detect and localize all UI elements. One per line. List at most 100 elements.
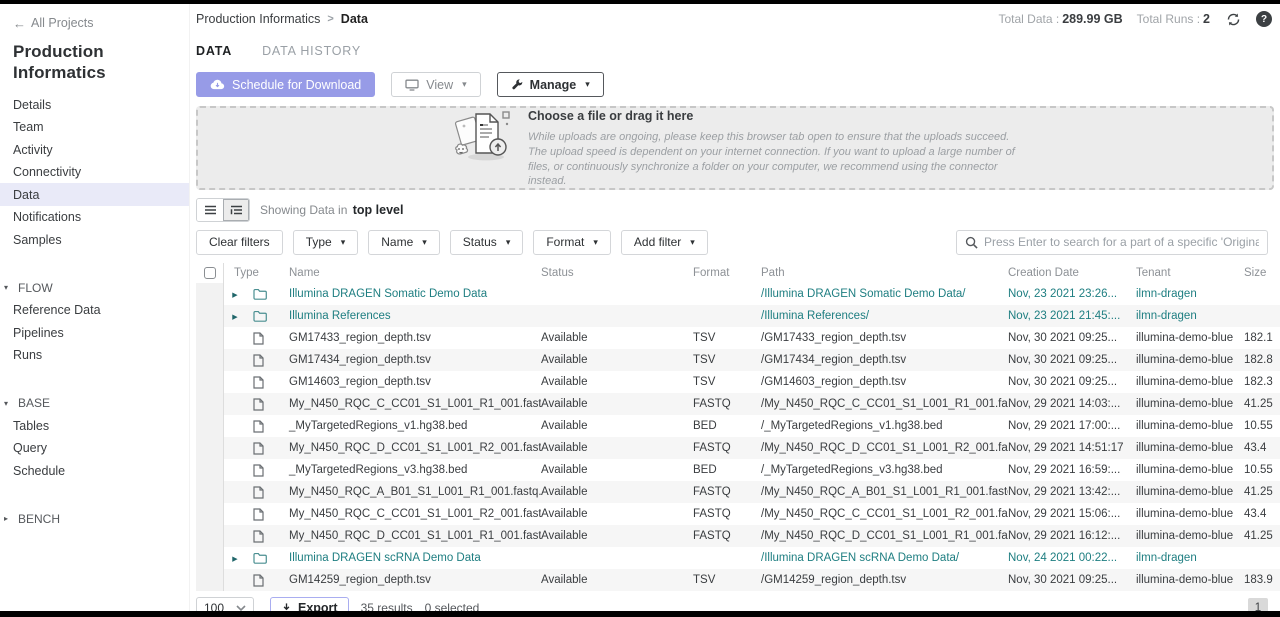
row-select-cell[interactable] [196, 525, 224, 547]
table-row[interactable]: ▶ My_N450_RQC_A_B01_S1_L001_R1_001.fastq… [196, 481, 1280, 503]
type-icon-cell [246, 530, 276, 543]
data-name-link[interactable]: My_N450_RQC_D_CC01_S1_L001_R1_001.fastq.… [276, 530, 541, 542]
upload-dropzone[interactable]: Choose a file or drag it here While uplo… [196, 106, 1274, 190]
view-dropdown-button[interactable]: View ▾ [391, 72, 480, 97]
table-row[interactable]: ▶ Illumina DRAGEN scRNA Demo Data /Illum… [196, 547, 1280, 569]
row-select-cell[interactable] [196, 481, 224, 503]
row-select-cell[interactable] [196, 393, 224, 415]
row-select-cell[interactable] [196, 459, 224, 481]
row-select-cell[interactable] [196, 503, 224, 525]
sidebar-section-bench[interactable]: ▸ BENCH [0, 508, 189, 530]
row-select-cell[interactable] [196, 305, 224, 327]
format-filter-dropdown[interactable]: Format▾ [533, 230, 611, 255]
breadcrumb-parent[interactable]: Production Informatics [196, 12, 320, 26]
data-name-link[interactable]: My_N450_RQC_C_CC01_S1_L001_R2_001.fastq.… [276, 508, 541, 520]
row-select-cell[interactable] [196, 437, 224, 459]
expand-row-icon[interactable]: ▶ [232, 556, 237, 563]
name-filter-dropdown[interactable]: Name▾ [368, 230, 440, 255]
data-name-link[interactable]: My_N450_RQC_D_CC01_S1_L001_R2_001.fastq.… [276, 442, 541, 454]
column-header-path[interactable]: Path [761, 267, 1008, 279]
expand-row-icon[interactable]: ▶ [232, 314, 237, 321]
refresh-icon[interactable] [1224, 10, 1242, 28]
column-header-format[interactable]: Format [693, 267, 761, 279]
sidebar-item-details[interactable]: Details [0, 93, 189, 116]
data-name-link[interactable]: GM14259_region_depth.tsv [276, 574, 541, 586]
data-name-link[interactable]: My_N450_RQC_C_CC01_S1_L001_R1_001.fastq.… [276, 398, 541, 410]
tree-view-toggle[interactable] [223, 199, 249, 221]
table-row[interactable]: ▶ My_N450_RQC_D_CC01_S1_L001_R2_001.fast… [196, 437, 1280, 459]
expand-row-icon[interactable]: ▶ [232, 292, 237, 299]
table-row[interactable]: ▶ GM14603_region_depth.tsv Available TSV… [196, 371, 1280, 393]
schedule-for-download-button[interactable]: Schedule for Download [196, 72, 375, 97]
table-row[interactable]: ▶ GM14259_region_depth.tsv Available TSV… [196, 569, 1280, 591]
row-select-cell[interactable] [196, 349, 224, 371]
sidebar-item-activity[interactable]: Activity [0, 138, 189, 161]
data-creation-date: Nov, 24 2021 00:22... [1008, 552, 1136, 564]
table-row[interactable]: ▶ Illumina References /Illumina Referenc… [196, 305, 1280, 327]
row-select-cell[interactable] [196, 547, 224, 569]
manage-dropdown-button[interactable]: Manage ▾ [497, 72, 604, 97]
sidebar-item-runs[interactable]: Runs [0, 344, 189, 367]
back-arrow-icon: ← [13, 17, 26, 30]
all-projects-back-link[interactable]: ← All Projects [0, 12, 189, 34]
row-select-cell[interactable] [196, 371, 224, 393]
sidebar-item-connectivity[interactable]: Connectivity [0, 161, 189, 184]
column-header-name[interactable]: Name [276, 267, 541, 279]
data-name-link[interactable]: _MyTargetedRegions_v3.hg38.bed [276, 464, 541, 476]
table-row[interactable]: ▶ GM17434_region_depth.tsv Available TSV… [196, 349, 1280, 371]
data-size: 10.55 [1244, 420, 1280, 432]
total-runs-stat: Total Runs :2 [1137, 12, 1210, 26]
dropzone-title: Choose a file or drag it here [528, 109, 1020, 123]
column-header-creation-date[interactable]: Creation Date [1008, 267, 1136, 279]
sidebar-item-samples[interactable]: Samples [0, 228, 189, 251]
sidebar-item-schedule[interactable]: Schedule [0, 459, 189, 482]
sidebar-item-team[interactable]: Team [0, 116, 189, 139]
data-tenant: illumina-demo-blue [1136, 486, 1244, 498]
data-name-link[interactable]: GM17433_region_depth.tsv [276, 332, 541, 344]
row-select-cell[interactable] [196, 327, 224, 349]
table-row[interactable]: ▶ My_N450_RQC_C_CC01_S1_L001_R1_001.fast… [196, 393, 1280, 415]
column-header-size[interactable]: Size [1244, 267, 1280, 279]
sidebar-item-pipelines[interactable]: Pipelines [0, 321, 189, 344]
sidebar-section-base[interactable]: ▾ BASE [0, 392, 189, 414]
sidebar-section-flow[interactable]: ▾ FLOW [0, 277, 189, 299]
data-creation-date: Nov, 30 2021 09:25... [1008, 332, 1136, 344]
data-size: 41.25 [1244, 398, 1280, 410]
row-select-cell[interactable] [196, 415, 224, 437]
sidebar-item-reference-data[interactable]: Reference Data [0, 299, 189, 322]
search-input[interactable] [984, 235, 1259, 249]
row-select-cell[interactable] [196, 283, 224, 305]
sidebar-item-notifications[interactable]: Notifications [0, 206, 189, 229]
table-row[interactable]: ▶ Illumina DRAGEN Somatic Demo Data /Ill… [196, 283, 1280, 305]
help-icon[interactable]: ? [1256, 11, 1272, 27]
upload-doodle-icon [450, 107, 514, 163]
type-filter-dropdown[interactable]: Type▾ [293, 230, 359, 255]
table-row[interactable]: ▶ My_N450_RQC_C_CC01_S1_L001_R2_001.fast… [196, 503, 1280, 525]
column-header-tenant[interactable]: Tenant [1136, 267, 1244, 279]
clear-filters-button[interactable]: Clear filters [196, 230, 283, 255]
column-header-status[interactable]: Status [541, 267, 693, 279]
data-name-link[interactable]: My_N450_RQC_A_B01_S1_L001_R1_001.fastq.g… [276, 486, 541, 498]
data-name-link[interactable]: Illumina DRAGEN Somatic Demo Data [276, 288, 541, 300]
data-name-link[interactable]: Illumina DRAGEN scRNA Demo Data [276, 552, 541, 564]
add-filter-dropdown[interactable]: Add filter▾ [621, 230, 708, 255]
select-all-checkbox[interactable] [204, 267, 216, 279]
data-name-link[interactable]: GM14603_region_depth.tsv [276, 376, 541, 388]
table-row[interactable]: ▶ _MyTargetedRegions_v3.hg38.bed Availab… [196, 459, 1280, 481]
table-row[interactable]: ▶ _MyTargetedRegions_v1.hg38.bed Availab… [196, 415, 1280, 437]
sidebar-item-query[interactable]: Query [0, 437, 189, 460]
tab-data-history[interactable]: DATA HISTORY [262, 44, 361, 58]
table-row[interactable]: ▶ My_N450_RQC_D_CC01_S1_L001_R1_001.fast… [196, 525, 1280, 547]
tab-data[interactable]: DATA [196, 44, 232, 58]
data-name-link[interactable]: _MyTargetedRegions_v1.hg38.bed [276, 420, 541, 432]
status-filter-dropdown[interactable]: Status▾ [450, 230, 524, 255]
flat-list-view-toggle[interactable] [197, 199, 223, 221]
sidebar-item-data[interactable]: Data [0, 183, 189, 206]
table-row[interactable]: ▶ GM17433_region_depth.tsv Available TSV… [196, 327, 1280, 349]
data-path: /My_N450_RQC_C_CC01_S1_L001_R1_001.fastq… [761, 398, 1008, 410]
sidebar-item-tables[interactable]: Tables [0, 414, 189, 437]
column-header-type[interactable]: Type [224, 267, 276, 279]
row-select-cell[interactable] [196, 569, 224, 591]
data-name-link[interactable]: Illumina References [276, 310, 541, 322]
data-name-link[interactable]: GM17434_region_depth.tsv [276, 354, 541, 366]
